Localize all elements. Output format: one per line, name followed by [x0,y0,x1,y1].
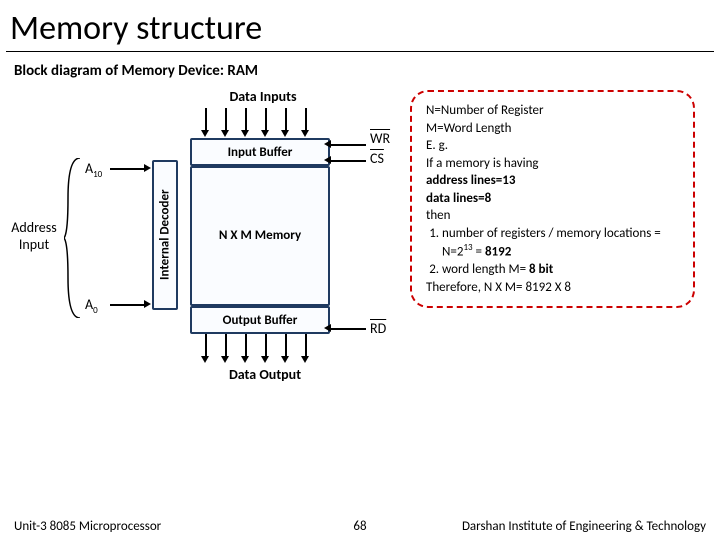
footer: Unit-3 8085 Microprocessor 68 Darshan In… [0,519,720,534]
address-brace [64,158,84,318]
page-number: 68 [353,519,366,534]
cs-label: CS [370,150,384,167]
note-l4b: data lines=8 [426,190,679,208]
rd-label: RD [370,320,386,337]
footer-left: Unit-3 8085 Microprocessor [14,519,161,534]
a0-label: A0 [85,296,98,316]
internal-decoder-box: Internal Decoder [152,160,178,310]
note-l5: then [426,207,679,225]
data-output-label: Data Output [205,366,325,383]
note-l4a: address lines=13 [426,172,679,190]
nxm-memory-box: N X M Memory [190,166,330,306]
a10-label: A10 [85,160,102,180]
input-buffer-box: Input Buffer [190,138,330,166]
note-li2: word length M= 8 bit [442,261,679,279]
diagram-area: Data Inputs Input Buffer N X M Memory Ou… [0,80,720,460]
data-inputs-label: Data Inputs [208,88,318,105]
note-l6: Therefore, N X M= 8192 X 8 [426,279,679,297]
address-input-label: Address Input [4,220,64,254]
output-buffer-box: Output Buffer [190,306,330,334]
slide-subtitle: Block diagram of Memory Device: RAM [0,52,720,80]
note-l3: If a memory is having [426,155,679,173]
note-li1: number of registers / memory locations =… [442,225,679,261]
note-l1a: N=Number of Register [426,102,679,120]
note-l2: E. g. [426,137,679,155]
nxm-memory-label: N X M Memory [219,228,301,245]
slide-title: Memory structure [0,0,720,51]
wr-label: WR [370,130,390,147]
note-list: number of registers / memory locations =… [442,225,679,279]
note-box: N=Number of Register M=Word Length E. g.… [410,90,695,308]
footer-right: Darshan Institute of Engineering & Techn… [462,519,706,534]
note-l1b: M=Word Length [426,120,679,138]
